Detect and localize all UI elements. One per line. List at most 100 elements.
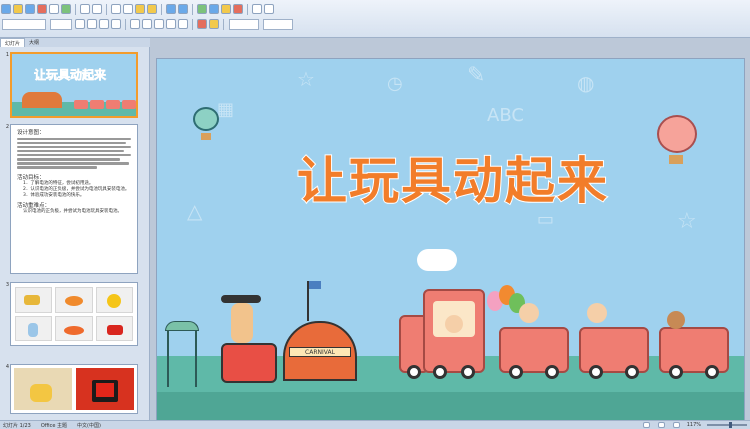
cut-icon[interactable] [111,4,121,14]
zoom-level[interactable]: 117% [687,422,701,428]
star-icon: ☆ [297,67,315,91]
slide-number: 4 [5,364,9,370]
copy-icon[interactable] [123,4,133,14]
insert-shape-icon[interactable] [233,4,243,14]
font-color-icon[interactable] [197,19,207,29]
toolbar-row-2 [0,17,295,31]
open-icon[interactable] [13,4,23,14]
tab-slides[interactable]: 幻灯片 [0,38,26,47]
wheel [509,365,523,379]
slideshow-icon[interactable] [672,422,680,428]
redo-icon[interactable] [178,4,188,14]
design-button[interactable] [229,18,259,30]
zoom-icon[interactable] [252,4,262,14]
wheel [669,365,683,379]
separator [161,3,162,15]
pane-tabs: 幻灯片 大纲 [0,38,150,47]
thumbnail-title: 让玩具动起来 [34,68,107,83]
tab-outline[interactable]: 大纲 [25,38,43,47]
slide-number: 2 [5,124,9,130]
zoom-slider[interactable] [707,422,747,428]
balloon-basket [669,155,683,164]
highlight-icon[interactable] [209,19,219,29]
slide-thumbnail-3[interactable]: 3 [3,282,138,346]
thumbnail-preview[interactable]: 设计意图： 活动目标： 1．了解电池的特征，尝试初用途。 2．认识电池的正负极，… [10,124,138,274]
insert-table-icon[interactable] [209,4,219,14]
slides-pane: 幻灯片 大纲 1 让玩具动起来 2 设计意图： 活动目标： 1．了解电池的特征，… [0,38,150,420]
slide-sorter-icon[interactable] [657,422,665,428]
wheel [461,365,475,379]
toy-image [14,368,72,410]
balloon-basket [201,133,211,140]
abc-doodle: ABC [487,105,524,126]
help-icon[interactable] [264,4,274,14]
paragraph-lines [17,137,131,169]
preview-icon[interactable] [61,4,71,14]
status-bar: 幻灯片 1/23 Office 主题 中文(中国) 117% [0,420,750,429]
hot-air-balloon-left [193,107,219,131]
wheel [433,365,447,379]
save-icon[interactable] [25,4,35,14]
slide-thumbnail-1[interactable]: 1 让玩具动起来 [3,52,138,118]
ribbon-toolbar [0,0,750,38]
theme-name: Office 主题 [40,422,68,429]
italic-icon[interactable] [87,19,97,29]
slide-info: 幻灯片 1/23 [3,422,31,429]
wheel [545,365,559,379]
underline-icon[interactable] [99,19,109,29]
pencil-icon: ✎ [467,63,486,88]
paste-icon[interactable] [135,4,145,14]
thumbnail-preview[interactable] [10,364,138,414]
switch-image [76,368,134,410]
separator [106,3,107,15]
goal-2: 2．认识电池的正负极，并尝试为电池玩具安装电池。 [23,186,130,192]
font-size-combo[interactable] [50,18,72,30]
slide-thumbnail-2[interactable]: 2 设计意图： 活动目标： 1．了解电池的特征，尝试初用途。 2．认识电池的正负… [3,124,138,274]
wheel [705,365,719,379]
zoom-slider-knob[interactable] [729,422,732,428]
shadow-icon[interactable] [111,19,121,29]
toy-image [55,287,93,313]
toy-image [95,315,133,341]
carousel-poles [167,331,197,387]
separator [192,18,193,30]
text-line [17,149,125,153]
insert-picture-icon[interactable] [221,4,231,14]
bold-icon[interactable] [75,19,85,29]
train-car-3 [659,327,729,373]
wheel [589,365,603,379]
flag [309,281,321,289]
new-slide-button[interactable] [263,18,293,30]
slide-canvas[interactable]: ☆ ◷ ✎ ◍ ABC △ ☆ ▭ ▦ 让玩具动起来 CARNIVAL [156,58,745,423]
spelling-icon[interactable] [80,4,90,14]
thumbnail-preview[interactable] [10,282,138,346]
child-1 [519,303,539,323]
undo-icon[interactable] [166,4,176,14]
permission-icon[interactable] [37,4,47,14]
bullets-icon[interactable] [166,19,176,29]
research-icon[interactable] [92,4,102,14]
language[interactable]: 中文(中国) [77,422,101,429]
print-icon[interactable] [49,4,59,14]
slide-title[interactable]: 让玩具动起来 [243,141,663,213]
smoke-cloud [417,249,457,271]
slide-thumbnail-4[interactable]: 4 [3,364,138,414]
slide-number: 1 [5,52,9,58]
font-name-combo[interactable] [2,18,46,30]
toy-image [15,287,53,313]
toy-image [95,287,133,313]
slide-edit-area: ☆ ◷ ✎ ◍ ABC △ ☆ ▭ ▦ 让玩具动起来 CARNIVAL [151,38,750,423]
new-icon[interactable] [1,4,11,14]
insert-chart-icon[interactable] [197,4,207,14]
carousel-roof [165,321,199,331]
align-left-icon[interactable] [130,19,140,29]
align-center-icon[interactable] [142,19,152,29]
separator [247,3,248,15]
text-line [17,166,97,169]
thumbnail-preview[interactable]: 让玩具动起来 [10,52,138,118]
align-right-icon[interactable] [154,19,164,29]
normal-view-icon[interactable] [642,422,650,428]
format-painter-icon[interactable] [147,4,157,14]
numbering-icon[interactable] [178,19,188,29]
slide-number: 3 [5,282,9,288]
